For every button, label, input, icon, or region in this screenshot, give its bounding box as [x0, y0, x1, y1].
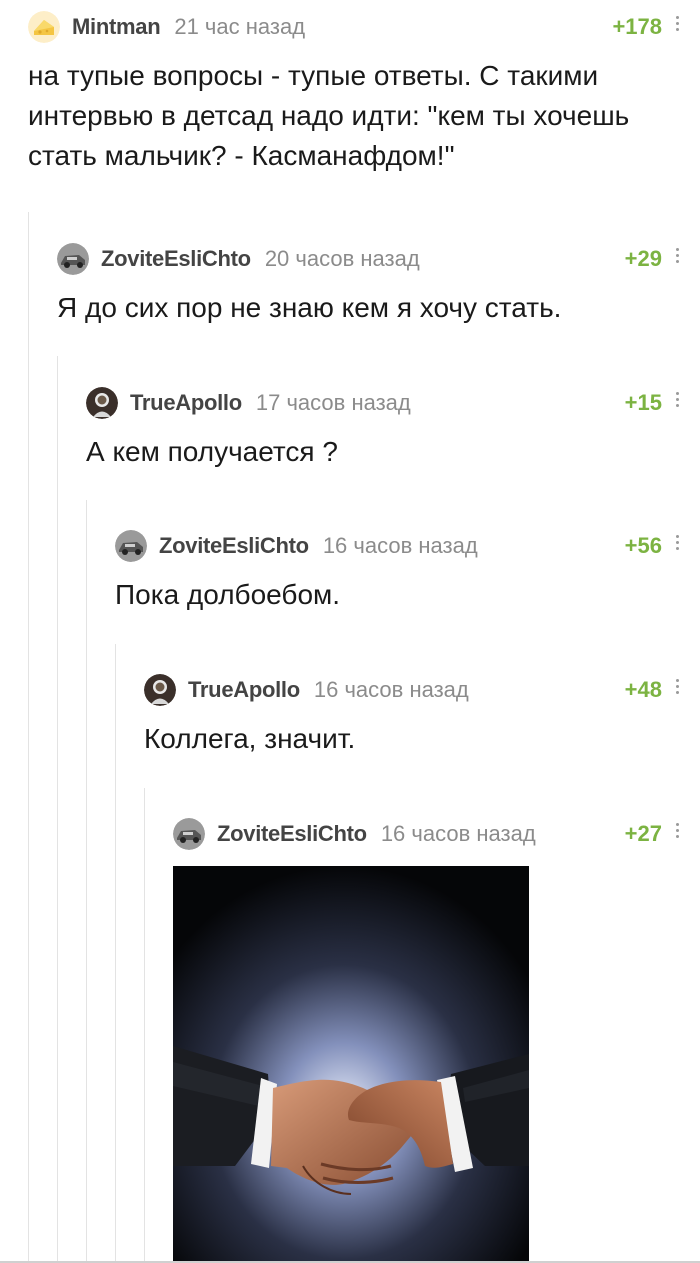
comment: ZoviteEsliChto 20 часов назад +29 Я до с… — [57, 240, 700, 328]
comment-text: Пока долбоебом. — [115, 579, 341, 610]
comment: ZoviteEsliChto 16 часов назад +27 — [173, 815, 700, 853]
comment-rating: +15 — [624, 390, 662, 415]
comment: TrueApollo 17 часов назад +15 А кем полу… — [86, 384, 700, 472]
more-options-icon[interactable] — [676, 679, 680, 697]
more-options-icon[interactable] — [676, 392, 680, 410]
comment: ZoviteEsliChto 16 часов назад +56 Пока д… — [115, 527, 700, 615]
astronaut-avatar[interactable] — [144, 674, 176, 706]
comment-text: Я до сих пор не знаю кем я хочу стать. — [57, 292, 562, 323]
thread-line-level-4 — [115, 644, 116, 1263]
author-name[interactable]: ZoviteEsliChto — [217, 821, 367, 847]
comment-header: ZoviteEsliChto 16 часов назад +27 — [173, 815, 700, 853]
comment-time[interactable]: 16 часов назад — [314, 677, 469, 703]
comment-time[interactable]: 16 часов назад — [381, 821, 536, 847]
comment-text: на тупые вопросы - тупые ответы. С таким… — [28, 60, 630, 171]
more-options-icon[interactable] — [676, 248, 680, 266]
comment-rating: +29 — [624, 246, 662, 271]
comment-rating: +178 — [612, 14, 662, 39]
author-name[interactable]: ZoviteEsliChto — [159, 533, 309, 559]
comment-text: А кем получается ? — [86, 436, 338, 467]
thread-line-level-2 — [57, 356, 58, 1263]
comment-rating: +48 — [624, 677, 662, 702]
thread-line-level-5 — [144, 788, 145, 1263]
comment: Mintman 21 час назад +178 на тупые вопро… — [28, 8, 700, 176]
handshake-image[interactable] — [173, 866, 529, 1263]
comment-header: TrueApollo 17 часов назад +15 — [86, 384, 700, 422]
cheese-avatar[interactable] — [28, 11, 60, 43]
more-options-icon[interactable] — [676, 535, 680, 553]
author-name[interactable]: ZoviteEsliChto — [101, 246, 251, 272]
thread-line-level-3 — [86, 500, 87, 1263]
more-options-icon[interactable] — [676, 16, 680, 34]
comment-text: Коллега, значит. — [144, 723, 356, 754]
comment-rating: +56 — [624, 533, 662, 558]
author-name[interactable]: TrueApollo — [188, 677, 300, 703]
comment-header: ZoviteEsliChto 16 часов назад +56 — [115, 527, 700, 565]
comment-time[interactable]: 21 час назад — [174, 14, 305, 40]
comment-time[interactable]: 20 часов назад — [265, 246, 420, 272]
car-avatar[interactable] — [115, 530, 147, 562]
more-options-icon[interactable] — [676, 823, 680, 841]
car-avatar[interactable] — [173, 818, 205, 850]
comment-header: Mintman 21 час назад +178 — [28, 8, 700, 46]
comment-time[interactable]: 17 часов назад — [256, 390, 411, 416]
author-name[interactable]: Mintman — [72, 14, 161, 40]
comment-header: TrueApollo 16 часов назад +48 — [144, 671, 700, 709]
author-name[interactable]: TrueApollo — [130, 390, 242, 416]
comment-header: ZoviteEsliChto 20 часов назад +29 — [57, 240, 700, 278]
thread-line-level-1 — [28, 212, 29, 1263]
comment: TrueApollo 16 часов назад +48 Коллега, з… — [144, 671, 700, 759]
astronaut-avatar[interactable] — [86, 387, 118, 419]
comment-rating: +27 — [624, 821, 662, 846]
car-avatar[interactable] — [57, 243, 89, 275]
comment-time[interactable]: 16 часов назад — [323, 533, 478, 559]
